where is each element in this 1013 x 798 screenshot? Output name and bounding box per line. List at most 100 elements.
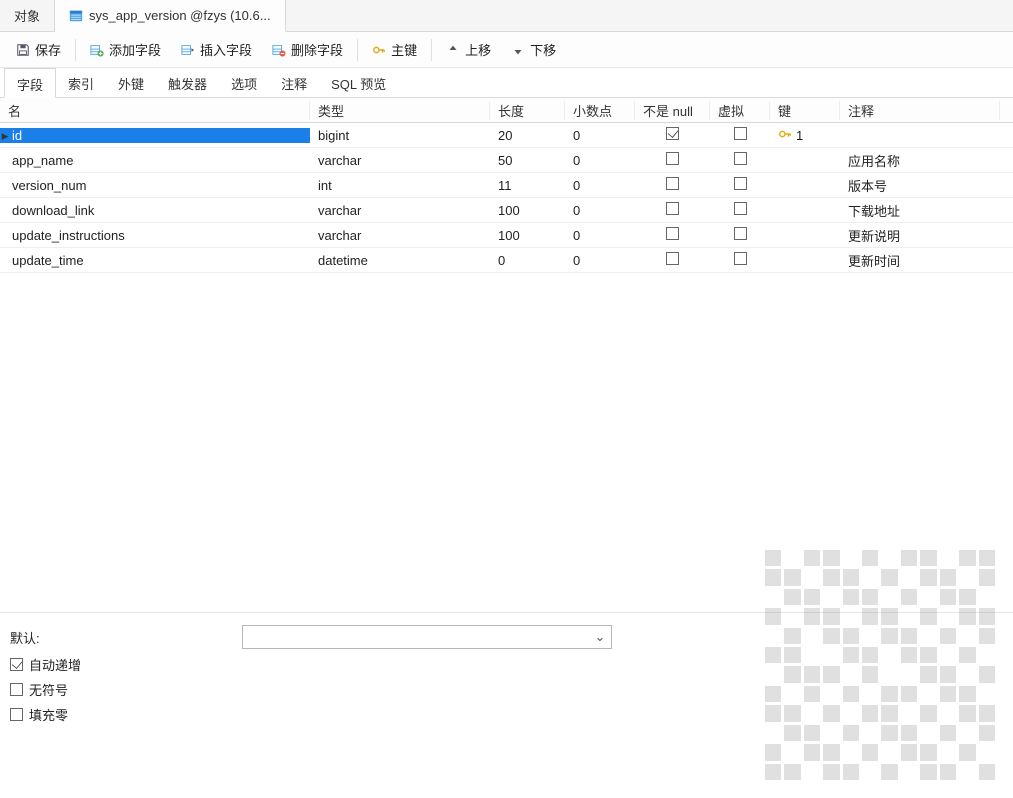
cell-name[interactable]: update_time: [0, 253, 310, 268]
cell-length[interactable]: 0: [490, 253, 565, 268]
col-name[interactable]: 名: [0, 101, 310, 120]
cell-comment[interactable]: 更新时间: [840, 251, 1000, 270]
col-key[interactable]: 键: [770, 101, 840, 120]
cell-name[interactable]: download_link: [0, 203, 310, 218]
subtab-comment[interactable]: 注释: [269, 68, 319, 97]
virtual-checkbox[interactable]: [734, 177, 747, 190]
qr-watermark: [765, 550, 995, 780]
not-null-checkbox[interactable]: [666, 202, 679, 215]
delete-field-button[interactable]: 删除字段: [264, 36, 351, 63]
default-combo[interactable]: ⌄: [242, 625, 612, 649]
table-icon: [69, 9, 83, 23]
not-null-checkbox[interactable]: [666, 227, 679, 240]
cell-length[interactable]: 100: [490, 228, 565, 243]
cell-virtual[interactable]: [710, 227, 770, 243]
save-label: 保存: [35, 40, 61, 59]
tab-object[interactable]: 对象: [0, 0, 55, 31]
auto-increment-checkbox[interactable]: [10, 658, 23, 671]
col-virtual[interactable]: 虚拟: [710, 101, 770, 120]
cell-not-null[interactable]: [635, 152, 710, 168]
add-field-icon: [90, 43, 104, 57]
cell-length[interactable]: 20: [490, 128, 565, 143]
virtual-checkbox[interactable]: [734, 202, 747, 215]
virtual-checkbox[interactable]: [734, 152, 747, 165]
cell-virtual[interactable]: [710, 127, 770, 143]
cell-name[interactable]: version_num: [0, 178, 310, 193]
cell-name[interactable]: app_name: [0, 153, 310, 168]
delete-field-label: 删除字段: [291, 40, 343, 59]
insert-field-label: 插入字段: [200, 40, 252, 59]
move-up-button[interactable]: 上移: [438, 36, 499, 63]
cell-decimals[interactable]: 0: [565, 178, 635, 193]
subtab-triggers[interactable]: 触发器: [156, 68, 219, 97]
table-row[interactable]: idbigint200 1: [0, 123, 1013, 148]
cell-type[interactable]: varchar: [310, 153, 490, 168]
cell-length[interactable]: 50: [490, 153, 565, 168]
key-icon: [372, 43, 386, 57]
grid-header: 名 类型 长度 小数点 不是 null 虚拟 键 注释: [0, 98, 1013, 123]
cell-decimals[interactable]: 0: [565, 153, 635, 168]
insert-field-button[interactable]: 插入字段: [173, 36, 260, 63]
primary-key-button[interactable]: 主键: [364, 36, 425, 63]
subtab-indexes[interactable]: 索引: [56, 68, 106, 97]
not-null-checkbox[interactable]: [666, 127, 679, 140]
save-button[interactable]: 保存: [8, 36, 69, 63]
subtab-options[interactable]: 选项: [219, 68, 269, 97]
col-not-null[interactable]: 不是 null: [635, 101, 710, 120]
table-row[interactable]: update_timedatetime00更新时间: [0, 248, 1013, 273]
subtab-sql-preview[interactable]: SQL 预览: [319, 68, 398, 97]
cell-decimals[interactable]: 0: [565, 228, 635, 243]
table-row[interactable]: app_namevarchar500 应用名称: [0, 148, 1013, 173]
cell-length[interactable]: 11: [490, 178, 565, 193]
cell-type[interactable]: varchar: [310, 203, 490, 218]
col-decimals[interactable]: 小数点: [565, 101, 635, 120]
table-row[interactable]: download_linkvarchar1000 下载地址: [0, 198, 1013, 223]
cell-key[interactable]: 1: [770, 127, 840, 144]
not-null-checkbox[interactable]: [666, 252, 679, 265]
not-null-checkbox[interactable]: [666, 177, 679, 190]
cell-type[interactable]: bigint: [310, 128, 490, 143]
cell-virtual[interactable]: [710, 252, 770, 268]
unsigned-label: 无符号: [29, 680, 68, 699]
zerofill-checkbox[interactable]: [10, 708, 23, 721]
grid-body: ▸idbigint2001app_namevarchar500应用名称versi…: [0, 123, 1013, 273]
cell-not-null[interactable]: [635, 127, 710, 143]
move-down-button[interactable]: 下移: [503, 36, 564, 63]
cell-virtual[interactable]: [710, 177, 770, 193]
cell-comment[interactable]: 应用名称: [840, 151, 1000, 170]
table-row[interactable]: version_numint110 版本号: [0, 173, 1013, 198]
cell-decimals[interactable]: 0: [565, 203, 635, 218]
cell-comment[interactable]: 下载地址: [840, 201, 1000, 220]
cell-not-null[interactable]: [635, 227, 710, 243]
table-row[interactable]: update_instructionsvarchar1000 更新说明: [0, 223, 1013, 248]
cell-type[interactable]: datetime: [310, 253, 490, 268]
col-type[interactable]: 类型: [310, 101, 490, 120]
col-comment[interactable]: 注释: [840, 101, 1000, 120]
subtab-fk[interactable]: 外键: [106, 68, 156, 97]
tab-table[interactable]: sys_app_version @fzys (10.6...: [55, 0, 286, 32]
virtual-checkbox[interactable]: [734, 227, 747, 240]
cell-length[interactable]: 100: [490, 203, 565, 218]
cell-not-null[interactable]: [635, 202, 710, 218]
cell-virtual[interactable]: [710, 202, 770, 218]
subtab-fields[interactable]: 字段: [4, 68, 56, 98]
virtual-checkbox[interactable]: [734, 252, 747, 265]
cell-virtual[interactable]: [710, 152, 770, 168]
cell-type[interactable]: varchar: [310, 228, 490, 243]
add-field-button[interactable]: 添加字段: [82, 36, 169, 63]
col-length[interactable]: 长度: [490, 101, 565, 120]
cell-decimals[interactable]: 0: [565, 253, 635, 268]
designer-tabs: 字段 索引 外键 触发器 选项 注释 SQL 预览: [0, 68, 1013, 98]
cell-name[interactable]: id: [0, 128, 310, 143]
cell-decimals[interactable]: 0: [565, 128, 635, 143]
cell-not-null[interactable]: [635, 177, 710, 193]
virtual-checkbox[interactable]: [734, 127, 747, 140]
cell-comment[interactable]: 更新说明: [840, 226, 1000, 245]
unsigned-checkbox[interactable]: [10, 683, 23, 696]
cell-comment[interactable]: 版本号: [840, 176, 1000, 195]
cell-type[interactable]: int: [310, 178, 490, 193]
cell-not-null[interactable]: [635, 252, 710, 268]
toolbar: 保存 添加字段 插入字段 删除字段 主键 上移 下移: [0, 32, 1013, 68]
not-null-checkbox[interactable]: [666, 152, 679, 165]
cell-name[interactable]: update_instructions: [0, 228, 310, 243]
